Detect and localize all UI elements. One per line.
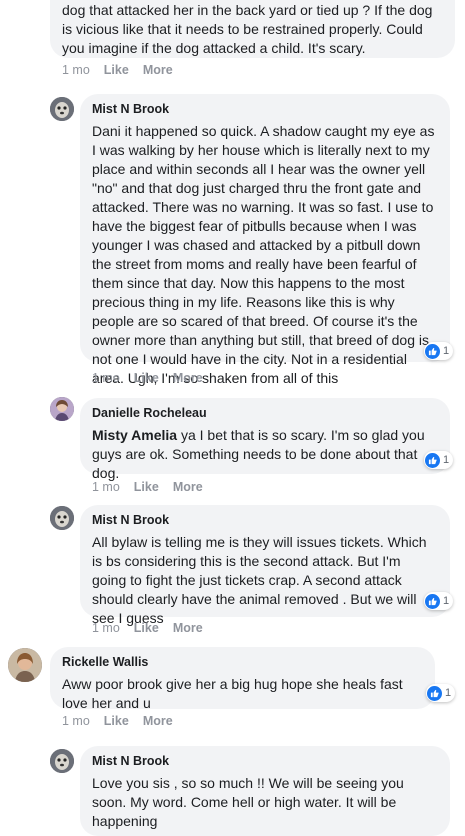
reaction-count[interactable]: 1 xyxy=(424,592,454,610)
comment-actions: 1 mo Like More xyxy=(92,621,203,635)
like-link[interactable]: Like xyxy=(104,714,129,728)
comment-bubble: Mist N Brook Love you sis , so so much !… xyxy=(80,746,450,836)
comment-actions: 1 mo Like More xyxy=(62,63,173,77)
like-link[interactable]: Like xyxy=(134,371,159,385)
mention-link[interactable]: Misty Amelia xyxy=(92,427,177,443)
avatar[interactable] xyxy=(50,397,74,421)
thumbs-up-icon xyxy=(425,452,440,468)
avatar[interactable] xyxy=(50,97,74,121)
comment-text: Oh he that's terrible. I'm glad she and … xyxy=(62,2,433,56)
comment-bubble: Danielle Rocheleau Misty Amelia ya I bet… xyxy=(80,398,450,481)
avatar[interactable] xyxy=(50,506,74,530)
like-link[interactable]: Like xyxy=(104,63,129,77)
comment-bubble: Rickelle Wallis Aww poor brook give her … xyxy=(50,647,435,711)
comment-author[interactable]: Mist N Brook xyxy=(92,513,438,527)
comment-author[interactable]: Mist N Brook xyxy=(92,754,438,768)
avatar[interactable] xyxy=(50,749,74,773)
more-link[interactable]: More xyxy=(173,371,203,385)
comment-bubble: Oh he that's terrible. I'm glad she and … xyxy=(50,0,455,58)
comment-text: All bylaw is telling me is they will iss… xyxy=(92,534,431,626)
thumbs-up-icon xyxy=(425,343,440,359)
like-link[interactable]: Like xyxy=(134,480,159,494)
more-link[interactable]: More xyxy=(143,714,173,728)
like-link[interactable]: Like xyxy=(134,621,159,635)
comment-thread: Oh he that's terrible. I'm glad she and … xyxy=(0,0,465,836)
thumbs-up-icon xyxy=(427,685,442,701)
comment-text: Love you sis , so so much !! We will be … xyxy=(92,775,408,829)
comment-actions: 1 mo Like More xyxy=(92,480,203,494)
comment-text: Dani it happened so quick. A shadow caug… xyxy=(92,123,439,386)
more-link[interactable]: More xyxy=(173,480,203,494)
comment-author[interactable]: Mist N Brook xyxy=(92,102,438,116)
more-link[interactable]: More xyxy=(173,621,203,635)
comment-timestamp[interactable]: 1 mo xyxy=(62,714,90,728)
reaction-count[interactable]: 1 xyxy=(424,342,454,360)
avatar[interactable] xyxy=(8,648,42,682)
more-link[interactable]: More xyxy=(143,63,173,77)
reaction-number: 1 xyxy=(443,595,450,607)
comment-author[interactable]: Rickelle Wallis xyxy=(62,655,423,669)
comment-text: Aww poor brook give her a big hug hope s… xyxy=(62,676,407,711)
reaction-number: 1 xyxy=(445,687,452,699)
comment-timestamp[interactable]: 1 mo xyxy=(92,371,120,385)
comment-actions: 1 mo Like More xyxy=(92,371,203,385)
comment-timestamp[interactable]: 1 mo xyxy=(92,480,120,494)
reaction-count[interactable]: 1 xyxy=(426,684,456,702)
comment-author[interactable]: Danielle Rocheleau xyxy=(92,406,438,420)
thumbs-up-icon xyxy=(425,593,440,609)
comment-timestamp[interactable]: 1 mo xyxy=(62,63,90,77)
reaction-number: 1 xyxy=(443,454,450,466)
reaction-count[interactable]: 1 xyxy=(424,451,454,469)
reaction-number: 1 xyxy=(443,345,450,357)
comment-bubble: Mist N Brook All bylaw is telling me is … xyxy=(80,505,450,626)
comment-bubble: Mist N Brook Dani it happened so quick. … xyxy=(80,94,450,386)
comment-actions: 1 mo Like More xyxy=(62,714,173,728)
comment-timestamp[interactable]: 1 mo xyxy=(92,621,120,635)
